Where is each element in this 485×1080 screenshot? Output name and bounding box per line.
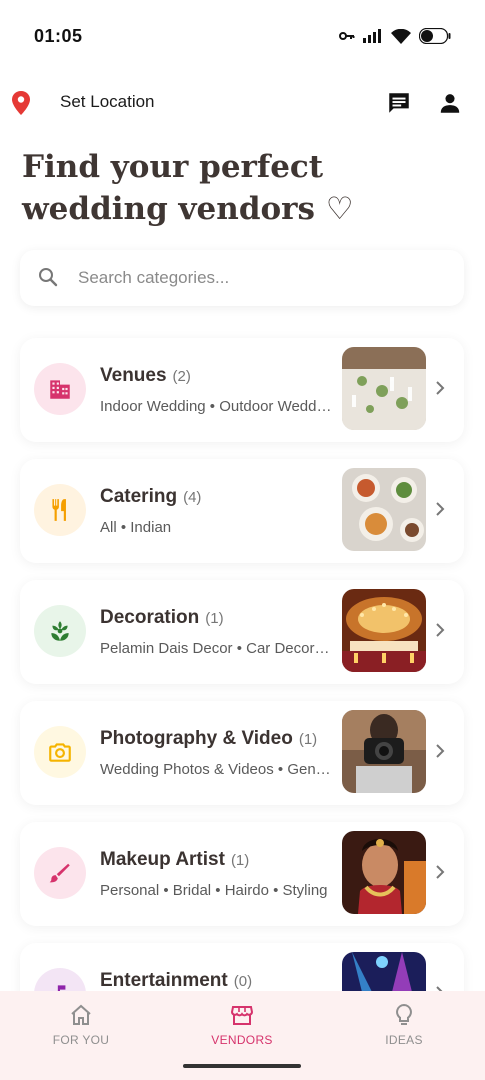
set-location-link[interactable]: Set Location	[60, 92, 155, 112]
category-card-decoration[interactable]: Decoration (1) Pelamin Dais Decor • Car D…	[20, 580, 464, 684]
category-count: (0)	[233, 973, 253, 990]
category-title: Catering	[100, 486, 178, 507]
nav-tab-ideas[interactable]: IDEAS	[344, 1003, 464, 1055]
lightbulb-icon	[396, 1003, 412, 1025]
decor-photo	[342, 589, 426, 672]
status-time: 01:05	[34, 26, 83, 46]
category-title: Photography & Video	[100, 728, 293, 749]
signal-icon	[363, 29, 381, 43]
camera-icon	[49, 743, 71, 762]
category-title: Makeup Artist	[100, 849, 225, 870]
category-icon-badge	[34, 726, 86, 778]
category-thumbnail	[342, 831, 426, 914]
wifi-icon	[391, 28, 411, 44]
location-pin-icon[interactable]	[10, 90, 32, 116]
chevron-right-icon	[436, 865, 445, 879]
category-thumbnail	[342, 710, 426, 793]
fork-knife-icon	[52, 499, 66, 521]
chevron-right-icon	[436, 623, 445, 637]
store-icon	[230, 1006, 254, 1025]
profile-icon[interactable]	[437, 90, 463, 116]
venue-photo	[342, 347, 426, 430]
bride-photo	[342, 831, 426, 914]
category-thumbnail	[342, 468, 426, 551]
nav-tab-for-you[interactable]: FOR YOU	[21, 1003, 141, 1055]
food-photo	[342, 468, 426, 551]
search-icon	[39, 268, 58, 287]
nav-label: VENDORS	[211, 1033, 273, 1047]
category-count: (4)	[183, 489, 202, 506]
top-bar: Set Location	[0, 82, 485, 122]
nav-label: IDEAS	[385, 1033, 423, 1047]
key-icon	[339, 32, 355, 40]
nav-tab-vendors[interactable]: VENDORS	[182, 1003, 302, 1055]
category-icon-badge	[34, 847, 86, 899]
category-title-row: Makeup Artist (1)	[100, 849, 249, 871]
category-card-makeup[interactable]: Makeup Artist (1) Personal • Bridal • Hai…	[20, 822, 464, 926]
category-count: (1)	[205, 610, 224, 627]
category-subtitle: Indoor Wedding • Outdoor Wedding	[100, 398, 332, 415]
battery-icon	[419, 28, 451, 44]
category-title: Venues	[100, 365, 167, 386]
status-bar: 01:05	[0, 0, 485, 70]
category-card-photography[interactable]: Photography & Video (1) Wedding Photos & …	[20, 701, 464, 805]
building-icon	[50, 380, 70, 399]
search-bar[interactable]	[20, 250, 464, 306]
category-count: (1)	[298, 731, 318, 748]
category-icon-badge	[34, 363, 86, 415]
brush-icon	[49, 863, 70, 883]
home-indicator	[183, 1064, 301, 1068]
category-title: Entertainment	[100, 970, 228, 991]
category-card-venues[interactable]: Venues (2) Indoor Wedding • Outdoor Weddi…	[20, 338, 464, 442]
category-card-catering[interactable]: Catering (4) All • Indian	[20, 459, 464, 563]
category-count: (2)	[172, 368, 191, 385]
category-thumbnail	[342, 347, 426, 430]
category-subtitle: Wedding Photos & Videos • General	[100, 761, 332, 778]
chevron-right-icon	[436, 502, 445, 516]
category-title-row: Catering (4)	[100, 486, 201, 508]
chevron-right-icon	[436, 744, 445, 758]
chevron-right-icon	[436, 381, 445, 395]
photographer-photo	[342, 710, 426, 793]
category-count: (1)	[230, 852, 250, 869]
category-title-row: Entertainment (0)	[100, 970, 252, 992]
category-title-row: Venues (2)	[100, 365, 191, 387]
category-subtitle: Personal • Bridal • Hairdo • Styling	[100, 882, 328, 899]
category-title-row: Photography & Video (1)	[100, 728, 317, 750]
category-icon-badge	[34, 605, 86, 657]
search-input[interactable]	[78, 258, 448, 298]
category-title-row: Decoration (1)	[100, 607, 224, 629]
page-title: Find your perfect wedding vendors ♡	[22, 149, 354, 227]
category-thumbnail	[342, 589, 426, 672]
category-icon-badge	[34, 484, 86, 536]
chat-icon[interactable]	[386, 90, 412, 116]
category-subtitle: Pelamin Dais Decor • Car Decor • Hall De…	[100, 640, 332, 657]
category-title: Decoration	[100, 607, 200, 628]
flower-icon	[51, 621, 69, 641]
status-icons	[339, 26, 451, 46]
home-icon	[71, 1004, 91, 1025]
category-subtitle: All • Indian	[100, 519, 172, 536]
nav-label: FOR YOU	[52, 1033, 110, 1047]
